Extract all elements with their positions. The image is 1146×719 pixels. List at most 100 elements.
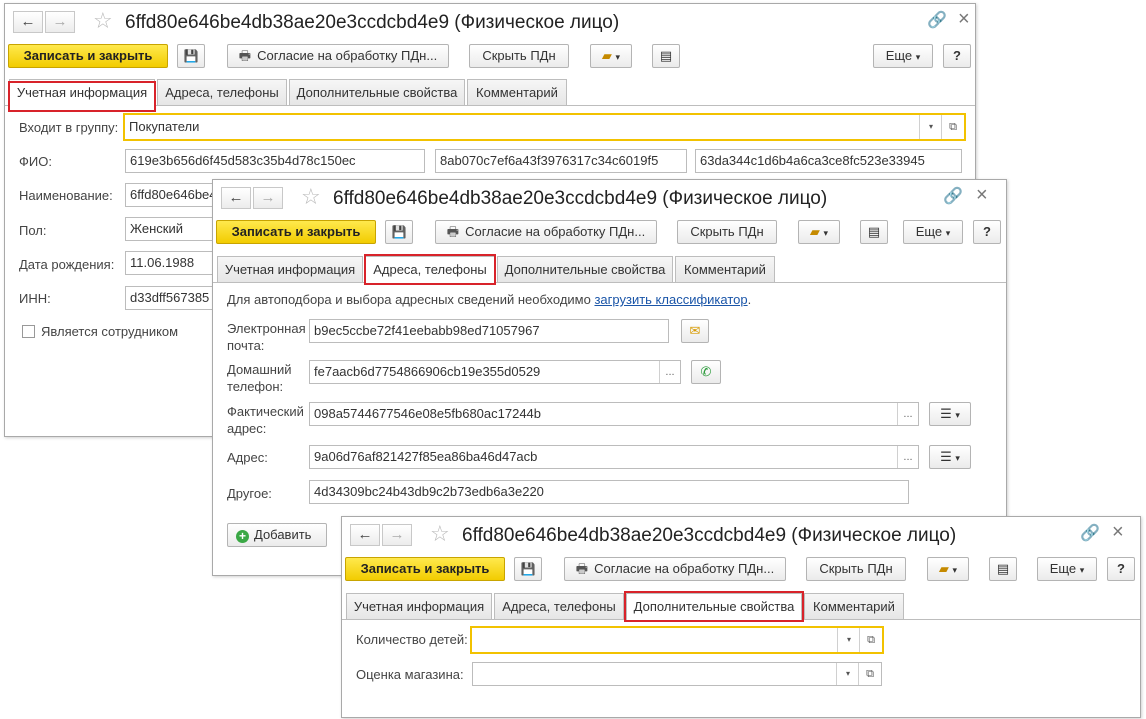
back-button[interactable]: ← [221, 187, 251, 209]
tab-account[interactable]: Учетная информация [217, 256, 363, 282]
forward-button[interactable]: → [382, 524, 412, 546]
address-select-button[interactable]: ... [897, 446, 918, 468]
report-button[interactable]: ▤ [652, 44, 680, 68]
more-button[interactable]: Еще ▾ [903, 220, 963, 244]
arrow-right-icon: → [52, 13, 68, 30]
help-button[interactable]: ? [943, 44, 971, 68]
fio-middle-field[interactable]: 63da344c1d6b4a6ca3ce8fc523e33945 [695, 149, 962, 173]
link-icon[interactable]: 🔗 [927, 12, 947, 30]
actual-address-label-line1: Фактический [227, 404, 304, 419]
tab-addresses[interactable]: Адреса, телефоны [494, 593, 624, 619]
more-button[interactable]: Еще ▾ [1037, 557, 1097, 581]
group-dropdown[interactable]: ▾ [919, 115, 942, 139]
forward-button[interactable]: → [253, 187, 283, 209]
tab-extra[interactable]: Дополнительные свойства [626, 593, 802, 620]
back-button[interactable]: ← [13, 11, 43, 33]
tab-addresses[interactable]: Адреса, телефоны [157, 79, 287, 105]
actual-address-field[interactable]: 098a5744677546e08e5fb680ac17244b ... [309, 402, 919, 426]
generate-button[interactable]: ▰ ▾ [798, 220, 840, 244]
email-field[interactable]: b9ec5ccbe72f41eebabb98ed71057967 [309, 319, 669, 343]
address-menu-button[interactable]: ☰ ▾ [929, 445, 971, 469]
actual-address-value: 098a5744677546e08e5fb680ac17244b [314, 406, 542, 421]
tab-comment[interactable]: Комментарий [675, 256, 775, 282]
tab-extra[interactable]: Дополнительные свойства [289, 79, 465, 105]
tab-account[interactable]: Учетная информация [346, 593, 492, 619]
toolbar: Записать и закрыть 💾 🖶 Согласие на обрабо… [342, 555, 1140, 589]
favorite-star-icon[interactable]: ☆ [430, 521, 450, 547]
group-field[interactable]: Покупатели ▾ ⧉ [123, 113, 966, 141]
tab-strip: Учетная информация Адреса, телефоны Допо… [5, 79, 975, 106]
consent-button[interactable]: 🖶 Согласие на обработку ПДн... [227, 44, 449, 68]
call-button[interactable]: ✆ [691, 360, 721, 384]
tab-comment[interactable]: Комментарий [467, 79, 567, 105]
consent-button[interactable]: 🖶 Согласие на обработку ПДн... [564, 557, 786, 581]
toolbar: Записать и закрыть 💾 🖶 Согласие на обрабо… [5, 42, 975, 76]
help-button[interactable]: ? [1107, 557, 1135, 581]
arrow-right-icon: → [260, 189, 276, 206]
chevron-down-icon: ▾ [1079, 565, 1085, 575]
more-button[interactable]: Еще ▾ [873, 44, 933, 68]
save-button[interactable]: 💾 [177, 44, 205, 68]
group-open-icon[interactable]: ⧉ [941, 115, 964, 139]
hide-pd-button[interactable]: Скрыть ПДн [469, 44, 569, 68]
title-bar: ← → ☆ 6ffd80e646be4db38ae20e3ccdcbd4e9 (… [342, 517, 1140, 555]
phone-label-line2: телефон: [227, 379, 284, 394]
favorite-star-icon[interactable]: ☆ [301, 184, 321, 210]
more-label: Еще [1049, 561, 1077, 576]
save-close-button[interactable]: Записать и закрыть [216, 220, 376, 244]
children-dropdown[interactable]: ▾ [837, 628, 860, 652]
back-button[interactable]: ← [350, 524, 380, 546]
rating-open-icon[interactable]: ⧉ [858, 663, 881, 685]
phone-label-line1: Домашний [227, 362, 292, 377]
help-button[interactable]: ? [973, 220, 1001, 244]
add-button[interactable]: + Добавить [227, 523, 327, 547]
children-open-icon[interactable]: ⧉ [859, 628, 882, 652]
hide-pd-button[interactable]: Скрыть ПДн [806, 557, 906, 581]
forward-button[interactable]: → [45, 11, 75, 33]
tab-extra[interactable]: Дополнительные свойства [497, 256, 673, 282]
rating-dropdown[interactable]: ▾ [836, 663, 859, 685]
title-bar: ← → ☆ 6ffd80e646be4db38ae20e3ccdcbd4e9 (… [213, 180, 1006, 218]
actual-address-select-button[interactable]: ... [897, 403, 918, 425]
save-button[interactable]: 💾 [514, 557, 542, 581]
tab-divider [213, 282, 1006, 283]
save-close-button[interactable]: Записать и закрыть [8, 44, 168, 68]
generate-button[interactable]: ▰ ▾ [590, 44, 632, 68]
tab-addresses[interactable]: Адреса, телефоны [365, 256, 495, 283]
rating-field[interactable]: ▾ ⧉ [472, 662, 882, 686]
menu-icon: ☰ [940, 449, 952, 464]
fio-first-field[interactable]: 8ab070c7ef6a43f3976317c34c6019f5 [435, 149, 687, 173]
save-close-button[interactable]: Записать и закрыть [345, 557, 505, 581]
fio-last-field[interactable]: 619e3b656d6f45d583c35b4d78c150ec [125, 149, 425, 173]
window-title: 6ffd80e646be4db38ae20e3ccdcbd4e9 (Физиче… [462, 525, 957, 546]
classifier-hint: Для автоподбора и выбора адресных сведен… [227, 292, 751, 308]
address-field[interactable]: 9a06d76af821427f85ea86ba46d47acb ... [309, 445, 919, 469]
send-email-button[interactable]: ✉ [681, 319, 709, 343]
other-field[interactable]: 4d34309bc24b43db9c2b73edb6a3e220 [309, 480, 909, 504]
address-label: Адрес: [227, 450, 268, 465]
save-button[interactable]: 💾 [385, 220, 413, 244]
load-classifier-link[interactable]: загрузить классификатор [594, 292, 747, 307]
link-icon[interactable]: 🔗 [943, 188, 963, 206]
tab-account[interactable]: Учетная информация [9, 79, 155, 106]
consent-label: Согласие на обработку ПДн... [465, 224, 646, 239]
generate-button[interactable]: ▰ ▾ [927, 557, 969, 581]
phone-select-button[interactable]: ... [659, 361, 680, 383]
consent-button[interactable]: 🖶 Согласие на обработку ПДн... [435, 220, 657, 244]
employee-checkbox[interactable] [22, 325, 35, 338]
actual-address-menu-button[interactable]: ☰ ▾ [929, 402, 971, 426]
save-icon: 💾 [183, 49, 199, 63]
close-icon[interactable]: × [976, 185, 988, 205]
link-icon[interactable]: 🔗 [1080, 525, 1100, 543]
phone-field[interactable]: fe7aacb6d7754866906cb19e355d0529 ... [309, 360, 681, 384]
favorite-star-icon[interactable]: ☆ [93, 8, 113, 34]
hide-pd-button[interactable]: Скрыть ПДн [677, 220, 777, 244]
classifier-hint-dot: . [747, 292, 752, 307]
close-icon[interactable]: × [958, 9, 970, 29]
arrow-right-icon: → [389, 526, 405, 543]
report-button[interactable]: ▤ [989, 557, 1017, 581]
children-field[interactable]: ▾ ⧉ [470, 626, 884, 654]
report-button[interactable]: ▤ [860, 220, 888, 244]
close-icon[interactable]: × [1112, 522, 1124, 542]
tab-comment[interactable]: Комментарий [804, 593, 904, 619]
